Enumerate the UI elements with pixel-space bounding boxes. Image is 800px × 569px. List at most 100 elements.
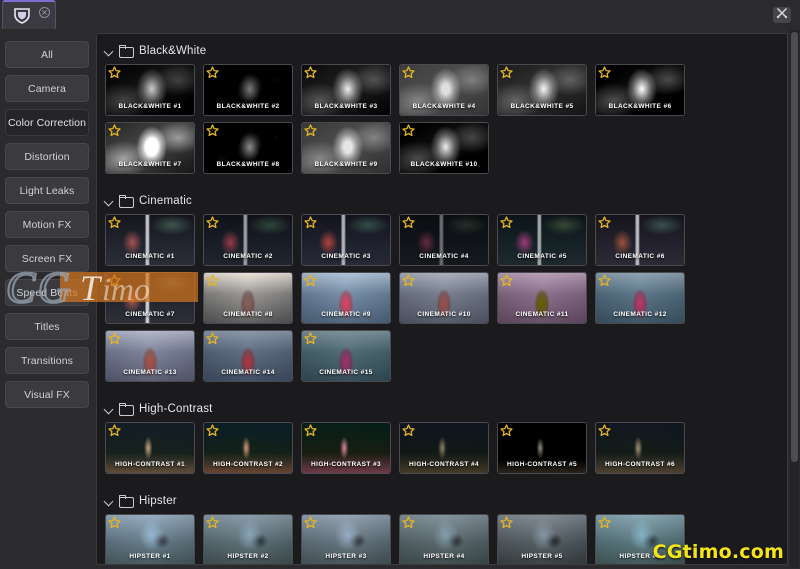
preset-thumbnail[interactable]: BLACK&WHITE #6 (595, 64, 685, 116)
sidebar-item-screen-fx[interactable]: Screen FX (5, 245, 89, 272)
group-header-black-white[interactable]: Black&White (97, 40, 787, 62)
preset-thumbnail[interactable]: HIGH-CONTRAST #3 (301, 422, 391, 474)
favorite-star-icon[interactable] (500, 274, 513, 287)
scrollbar-thumb[interactable] (791, 32, 798, 462)
preset-thumbnail[interactable]: CINEMATIC #14 (203, 330, 293, 382)
preset-thumbnail[interactable]: HIGH-CONTRAST #2 (203, 422, 293, 474)
sidebar-item-distortion[interactable]: Distortion (5, 143, 89, 170)
preset-label: BLACK&WHITE #1 (118, 103, 182, 110)
preset-thumbnail[interactable]: CINEMATIC #1 (105, 214, 195, 266)
chevron-down-icon[interactable] (103, 195, 115, 207)
favorite-star-icon[interactable] (108, 124, 121, 137)
preset-label: BLACK&WHITE #4 (412, 103, 476, 110)
vertical-scrollbar[interactable] (790, 30, 799, 568)
favorite-star-icon[interactable] (304, 424, 317, 437)
preset-thumbnail[interactable]: HIGH-CONTRAST #1 (105, 422, 195, 474)
preset-thumbnail[interactable]: BLACK&WHITE #8 (203, 122, 293, 174)
preset-thumbnail[interactable]: BLACK&WHITE #3 (301, 64, 391, 116)
favorite-star-icon[interactable] (500, 424, 513, 437)
sidebar-item-color-correction[interactable]: Color Correction (5, 109, 89, 136)
preset-thumbnail[interactable]: HIGH-CONTRAST #4 (399, 422, 489, 474)
chevron-down-icon[interactable] (103, 495, 115, 507)
sidebar-item-titles[interactable]: Titles (5, 313, 89, 340)
sidebar-item-speed-beats[interactable]: Speed Beats (5, 279, 89, 306)
favorite-star-icon[interactable] (304, 124, 317, 137)
favorite-star-icon[interactable] (206, 216, 219, 229)
preset-thumbnail[interactable]: CINEMATIC #4 (399, 214, 489, 266)
favorite-star-icon[interactable] (108, 274, 121, 287)
favorite-star-icon[interactable] (206, 424, 219, 437)
preset-thumbnail[interactable]: CINEMATIC #3 (301, 214, 391, 266)
favorite-star-icon[interactable] (304, 216, 317, 229)
preset-thumbnail[interactable]: BLACK&WHITE #10 (399, 122, 489, 174)
group-header-high-contrast[interactable]: High-Contrast (97, 398, 787, 420)
document-tab[interactable]: × (2, 0, 56, 29)
favorite-star-icon[interactable] (206, 66, 219, 79)
favorite-star-icon[interactable] (598, 516, 611, 529)
chevron-down-icon[interactable] (103, 403, 115, 415)
favorite-star-icon[interactable] (402, 216, 415, 229)
preset-thumbnail[interactable]: CINEMATIC #15 (301, 330, 391, 382)
preset-thumbnail[interactable]: CINEMATIC #8 (203, 272, 293, 324)
preset-thumbnail[interactable]: BLACK&WHITE #9 (301, 122, 391, 174)
favorite-star-icon[interactable] (500, 66, 513, 79)
favorite-star-icon[interactable] (402, 66, 415, 79)
preset-thumbnail[interactable]: HIPSTER #5 (497, 514, 587, 564)
preset-thumbnail[interactable]: BLACK&WHITE #7 (105, 122, 195, 174)
favorite-star-icon[interactable] (304, 66, 317, 79)
favorite-star-icon[interactable] (206, 332, 219, 345)
preset-thumbnail[interactable]: HIPSTER #3 (301, 514, 391, 564)
favorite-star-icon[interactable] (206, 124, 219, 137)
chevron-down-icon[interactable] (103, 45, 115, 57)
favorite-star-icon[interactable] (500, 216, 513, 229)
preset-thumbnail[interactable]: HIGH-CONTRAST #6 (595, 422, 685, 474)
favorite-star-icon[interactable] (402, 516, 415, 529)
favorite-star-icon[interactable] (304, 274, 317, 287)
favorite-star-icon[interactable] (206, 274, 219, 287)
preset-thumbnail[interactable]: HIPSTER #4 (399, 514, 489, 564)
preset-scroll-area[interactable]: Black&White BLACK&WHITE #1 BLACK&WHITE #2 B… (97, 34, 787, 564)
favorite-star-icon[interactable] (108, 332, 121, 345)
sidebar-item-visual-fx[interactable]: Visual FX (5, 381, 89, 408)
favorite-star-icon[interactable] (402, 124, 415, 137)
favorite-star-icon[interactable] (598, 216, 611, 229)
sidebar-item-motion-fx[interactable]: Motion FX (5, 211, 89, 238)
favorite-star-icon[interactable] (108, 516, 121, 529)
group-header-hipster[interactable]: Hipster (97, 490, 787, 512)
preset-thumbnail[interactable]: CINEMATIC #5 (497, 214, 587, 266)
favorite-star-icon[interactable] (598, 424, 611, 437)
preset-thumbnail[interactable]: CINEMATIC #12 (595, 272, 685, 324)
close-icon[interactable]: × (39, 7, 50, 18)
group-header-cinematic[interactable]: Cinematic (97, 190, 787, 212)
preset-thumbnail[interactable]: CINEMATIC #13 (105, 330, 195, 382)
favorite-star-icon[interactable] (598, 274, 611, 287)
preset-thumbnail[interactable]: CINEMATIC #10 (399, 272, 489, 324)
preset-thumbnail[interactable]: BLACK&WHITE #2 (203, 64, 293, 116)
favorite-star-icon[interactable] (500, 516, 513, 529)
favorite-star-icon[interactable] (108, 216, 121, 229)
preset-thumbnail[interactable]: CINEMATIC #9 (301, 272, 391, 324)
preset-thumbnail[interactable]: HIPSTER #2 (203, 514, 293, 564)
preset-thumbnail[interactable]: CINEMATIC #6 (595, 214, 685, 266)
favorite-star-icon[interactable] (304, 332, 317, 345)
preset-thumbnail[interactable]: BLACK&WHITE #1 (105, 64, 195, 116)
preset-thumbnail[interactable]: HIGH-CONTRAST #5 (497, 422, 587, 474)
preset-thumbnail[interactable]: BLACK&WHITE #5 (497, 64, 587, 116)
sidebar-item-light-leaks[interactable]: Light Leaks (5, 177, 89, 204)
preset-thumbnail[interactable]: CINEMATIC #11 (497, 272, 587, 324)
preset-thumbnail[interactable]: BLACK&WHITE #4 (399, 64, 489, 116)
favorite-star-icon[interactable] (304, 516, 317, 529)
favorite-star-icon[interactable] (108, 424, 121, 437)
favorite-star-icon[interactable] (206, 516, 219, 529)
sidebar-item-transitions[interactable]: Transitions (5, 347, 89, 374)
favorite-star-icon[interactable] (402, 274, 415, 287)
favorite-star-icon[interactable] (402, 424, 415, 437)
sidebar-item-all[interactable]: All (5, 41, 89, 68)
preset-thumbnail[interactable]: CINEMATIC #7 (105, 272, 195, 324)
preset-thumbnail[interactable]: CINEMATIC #2 (203, 214, 293, 266)
favorite-star-icon[interactable] (108, 66, 121, 79)
tools-button[interactable] (773, 7, 791, 23)
preset-thumbnail[interactable]: HIPSTER #1 (105, 514, 195, 564)
sidebar-item-camera[interactable]: Camera (5, 75, 89, 102)
favorite-star-icon[interactable] (598, 66, 611, 79)
